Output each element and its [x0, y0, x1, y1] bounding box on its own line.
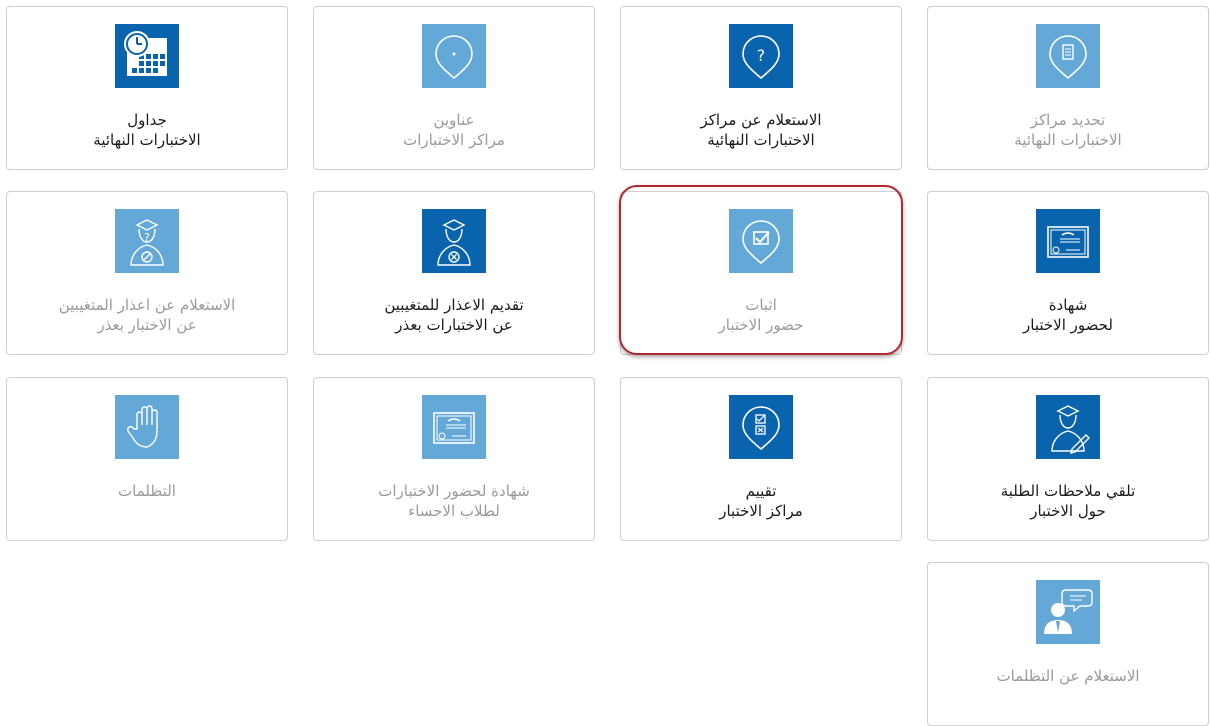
- pin-check-icon: [729, 209, 793, 273]
- card-determine-exam-centers[interactable]: تحديد مراكز الاختبارات النهائية: [927, 6, 1209, 170]
- pin-document-icon: [1036, 24, 1100, 88]
- certificate-icon: [422, 395, 486, 459]
- pin-checklist-icon: [729, 395, 793, 459]
- card-label: شهادة لحضور الاختبار: [1023, 296, 1113, 334]
- card-grievances[interactable]: التظلمات: [6, 377, 288, 541]
- card-label: الاستعلام عن اعذار المتغيبين عن الاختبار …: [58, 296, 236, 334]
- card-final-exam-schedules[interactable]: جداول الاختبارات النهائية: [6, 6, 288, 170]
- card-inquire-exam-centers[interactable]: ? الاستعلام عن مراكز الاختبارات النهائية: [620, 6, 902, 170]
- card-attendance-certificate[interactable]: شهادة لحضور الاختبار: [927, 191, 1209, 355]
- pin-question-icon: ?: [729, 24, 793, 88]
- card-evaluate-exam-centers[interactable]: تقييم مراكز الاختبار: [620, 377, 902, 541]
- card-label: تلقي ملاحظات الطلبة حول الاختبار: [1000, 482, 1136, 520]
- card-proof-of-attendance[interactable]: اثبات حضور الاختبار: [620, 191, 902, 355]
- pin-dot-icon: [422, 24, 486, 88]
- card-inquire-absence-excuse[interactable]: ? الاستعلام عن اعذار المتغيبين عن الاختبا…: [6, 191, 288, 355]
- card-label: تقديم الاعذار للمتغيبين عن الاختبارات بعذ…: [384, 296, 524, 334]
- person-speech-icon: [1036, 580, 1100, 644]
- card-label: التظلمات: [118, 482, 176, 500]
- student-excuse-icon: [422, 209, 486, 273]
- card-label: شهادة لحضور الاختبارات لطلاب الاحساء: [378, 482, 530, 520]
- card-label: تحديد مراكز الاختبارات النهائية: [1014, 111, 1122, 149]
- student-question-icon: ?: [115, 209, 179, 273]
- calendar-clock-icon: [115, 24, 179, 88]
- svg-text:?: ?: [144, 231, 150, 244]
- card-label: الاستعلام عن مراكز الاختبارات النهائية: [700, 111, 822, 149]
- raised-hand-icon: [115, 395, 179, 459]
- card-exam-center-addresses[interactable]: عناوين مراكز الاختبارات: [313, 6, 595, 170]
- card-label: جداول الاختبارات النهائية: [93, 111, 201, 149]
- card-student-feedback[interactable]: تلقي ملاحظات الطلبة حول الاختبار: [927, 377, 1209, 541]
- card-certificate-ahsa[interactable]: شهادة لحضور الاختبارات لطلاب الاحساء: [313, 377, 595, 541]
- card-label: اثبات حضور الاختبار: [718, 296, 804, 334]
- certificate-icon: [1036, 209, 1100, 273]
- card-label: عناوين مراكز الاختبارات: [403, 111, 505, 149]
- svg-text:?: ?: [757, 46, 766, 65]
- card-inquire-grievances[interactable]: الاستعلام عن التظلمات: [927, 562, 1209, 726]
- card-label: الاستعلام عن التظلمات: [996, 667, 1140, 685]
- card-label: تقييم مراكز الاختبار: [719, 482, 803, 520]
- student-feedback-icon: [1036, 395, 1100, 459]
- card-submit-absence-excuse[interactable]: تقديم الاعذار للمتغيبين عن الاختبارات بعذ…: [313, 191, 595, 355]
